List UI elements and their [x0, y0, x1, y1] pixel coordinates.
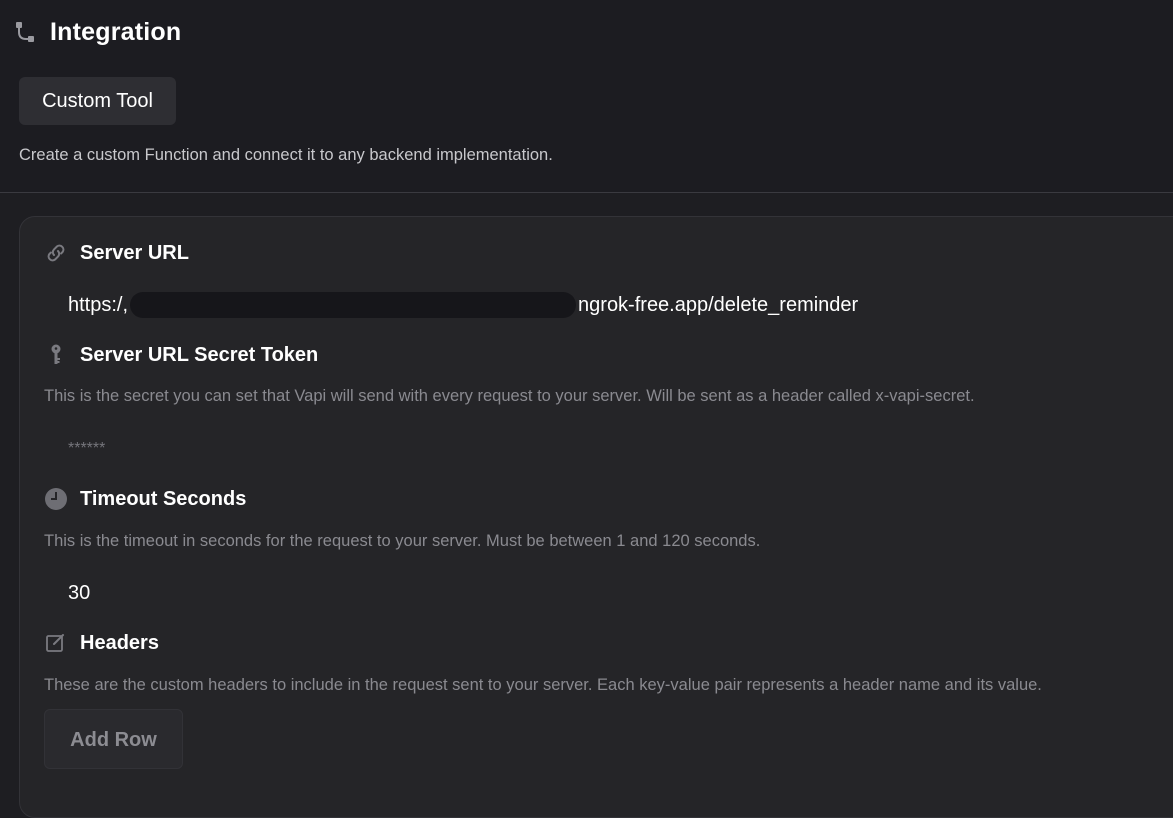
secret-token-description: This is the secret you can set that Vapi… [44, 387, 975, 405]
timeout-description: This is the timeout in seconds for the r… [44, 532, 761, 550]
headers-label: Headers [80, 631, 159, 654]
secret-token-label: Server URL Secret Token [80, 343, 319, 366]
link-icon [44, 241, 68, 265]
page-title: Integration [50, 18, 182, 46]
server-url-label-row: Server URL [44, 241, 189, 265]
integration-icon [14, 20, 38, 46]
add-row-button[interactable]: Add Row [44, 709, 183, 769]
server-url-suffix: ngrok-free.app/delete_reminder [578, 293, 859, 316]
server-url-label: Server URL [80, 241, 189, 264]
title-row: Integration [14, 18, 181, 47]
custom-tool-button[interactable]: Custom Tool [19, 77, 176, 125]
server-url-prefix: https:/, [68, 293, 129, 316]
server-url-input[interactable]: https:/, ngrok-free.app/delete_reminder [68, 292, 858, 318]
header-description: Create a custom Function and connect it … [19, 146, 553, 164]
key-icon [44, 343, 68, 367]
secret-token-label-row: Server URL Secret Token [44, 343, 318, 367]
timeout-label-row: Timeout Seconds [44, 487, 246, 511]
edit-icon [44, 631, 68, 655]
redacted-block [130, 292, 577, 318]
timeout-input[interactable] [44, 573, 1164, 613]
clock-icon [44, 487, 68, 511]
headers-label-row: Headers [44, 631, 159, 655]
secret-token-input[interactable] [44, 427, 1164, 467]
headers-description: These are the custom headers to include … [44, 676, 1042, 694]
timeout-label: Timeout Seconds [80, 487, 247, 510]
integration-header: Integration Custom Tool Create a custom … [0, 0, 1173, 193]
